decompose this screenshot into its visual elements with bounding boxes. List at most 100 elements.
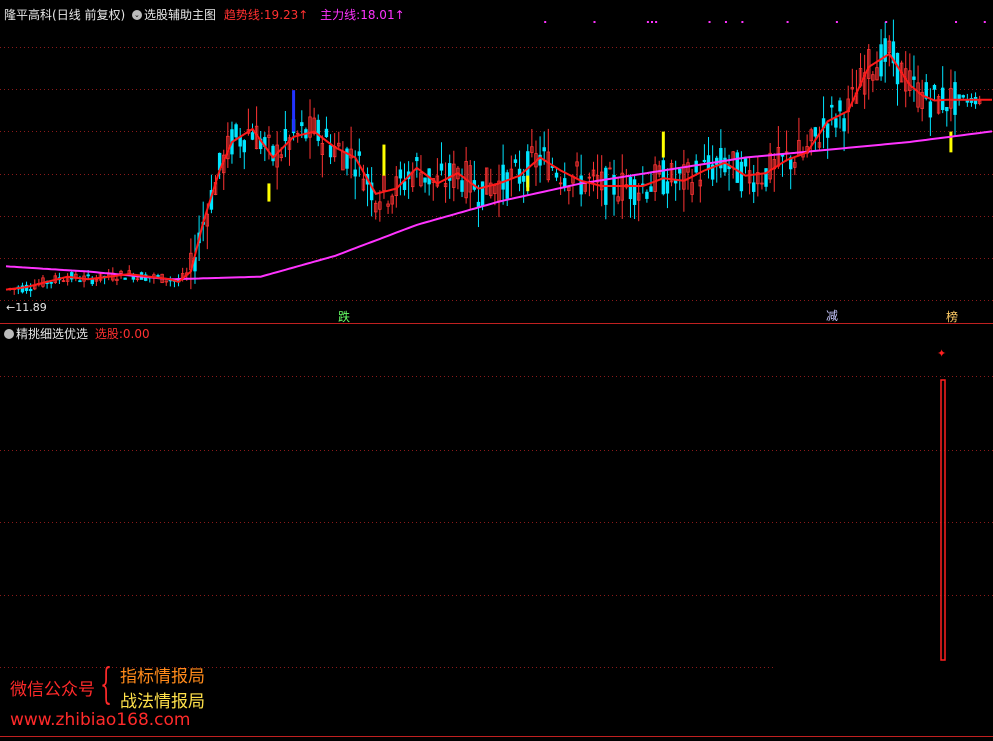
pick-value: 0.00 <box>122 327 150 341</box>
candle-body <box>156 275 160 277</box>
candle-body <box>665 181 670 194</box>
candle-body <box>554 172 559 178</box>
wechat-brace: { <box>100 659 113 708</box>
top-indicator-name[interactable]: 选股辅助主图 <box>144 8 216 22</box>
wechat-label: 微信公众号 <box>10 680 95 700</box>
signal-dot-12 <box>983 21 986 23</box>
candle-body <box>78 280 82 283</box>
candle-body <box>912 76 916 80</box>
candlesticks <box>8 19 982 297</box>
main-arrow-icon: ↑ <box>394 8 405 22</box>
candle-body <box>825 123 830 138</box>
bottom-toggle-icon[interactable] <box>4 329 14 339</box>
main-value: 18.01 <box>360 8 395 22</box>
candle-body <box>735 152 739 183</box>
candle-body <box>250 132 255 140</box>
candle-body <box>632 179 637 205</box>
candle-body <box>480 181 485 207</box>
candle-body <box>316 119 320 141</box>
main-label: 主力线: <box>320 8 361 22</box>
candle-body <box>402 181 407 190</box>
candle-body <box>542 147 546 152</box>
candle-body <box>694 160 698 173</box>
marker-jian: 减 <box>826 309 839 323</box>
watermark-line1: 指标情报局 <box>120 667 205 687</box>
candle-body <box>234 124 238 138</box>
candle-body <box>415 157 419 162</box>
candle-body <box>645 191 649 199</box>
candle-body <box>941 87 945 110</box>
chart-stage: ✦ 隆平高科(日线 前复权) ⌄ 选股辅助主图 趋势线:19.23↑ 主力线:18… <box>0 0 993 737</box>
trend-arrow-icon: ↑ <box>298 8 309 22</box>
candle-body <box>357 151 362 156</box>
candle-body <box>961 95 965 98</box>
candle-body <box>123 277 127 280</box>
yellow-bar-0 <box>267 183 271 202</box>
signal-dot-6 <box>724 21 727 23</box>
signal-dot-3 <box>651 21 654 23</box>
trend-value: 19.23 <box>263 8 299 22</box>
signal-bar <box>940 379 946 661</box>
signal-dot-11 <box>955 21 958 23</box>
candle-body <box>353 169 357 177</box>
yellow-bar-1 <box>382 144 386 176</box>
candle-body <box>49 281 53 284</box>
candle-body <box>702 159 707 163</box>
signal-dot-8 <box>786 21 789 23</box>
candle-body <box>813 127 818 137</box>
top-header: 隆平高科(日线 前复权) ⌄ 选股辅助主图 趋势线:19.23↑ 主力线:18.0… <box>4 6 405 23</box>
watermark-url[interactable]: www.zhibiao168.com <box>10 710 190 730</box>
candle-body <box>842 118 846 132</box>
stock-title: 隆平高科 <box>4 8 53 22</box>
yellow-bar-2 <box>526 175 530 192</box>
period-label: (日线 前复权) <box>52 8 126 22</box>
marker-die: 跌 <box>338 310 351 324</box>
marker-bang: 榜 <box>946 310 959 324</box>
yellow-bar-3 <box>661 131 665 158</box>
candle-body <box>928 101 933 118</box>
candle-body <box>945 106 949 112</box>
candle-body <box>521 175 526 182</box>
candle-body <box>439 163 444 171</box>
bottom-header: 精挑细选优选 选股:0.00 <box>4 325 150 342</box>
signal-dot-10 <box>885 21 888 23</box>
candle-body <box>628 176 633 200</box>
candle-body <box>242 140 246 153</box>
signal-dot-9 <box>835 21 838 23</box>
candle-body <box>324 128 329 138</box>
candle-body <box>328 145 333 158</box>
indicator-toggle-icon[interactable]: ⌄ <box>132 10 143 20</box>
candle-body <box>398 169 403 179</box>
candle-body <box>460 180 464 192</box>
candle-body <box>501 164 505 190</box>
candle-body <box>838 100 842 112</box>
candle-body <box>505 172 509 199</box>
candle-body <box>830 104 834 108</box>
candle-body <box>423 177 427 183</box>
candle-body <box>513 159 518 163</box>
signal-bar-group: ✦ <box>937 347 946 661</box>
signal-dot-4 <box>655 21 658 23</box>
candle-body <box>739 161 744 192</box>
candle-body <box>764 168 768 187</box>
candle-body <box>932 84 937 90</box>
trend-label: 趋势线: <box>223 8 264 22</box>
pick-label: 选股: <box>94 327 123 341</box>
candle-body <box>752 182 756 192</box>
signal-dot-1 <box>593 21 596 23</box>
blue-bar <box>292 90 296 132</box>
signal-dot-0 <box>544 21 547 23</box>
candle-body <box>283 129 288 142</box>
candle-body <box>678 168 682 174</box>
chart-canvas[interactable]: ✦ <box>0 0 993 737</box>
bottom-indicator-name[interactable]: 精挑细选优选 <box>16 327 88 341</box>
candle-body <box>834 118 838 128</box>
candle-body <box>86 274 90 277</box>
watermark-line2: 战法情报局 <box>120 692 205 712</box>
signal-butterfly-icon: ✦ <box>937 347 946 360</box>
signal-dot-2 <box>646 21 649 23</box>
candle-body <box>706 155 711 170</box>
candle-body <box>300 122 304 127</box>
candle-body <box>238 136 242 147</box>
candle-body <box>743 158 748 167</box>
